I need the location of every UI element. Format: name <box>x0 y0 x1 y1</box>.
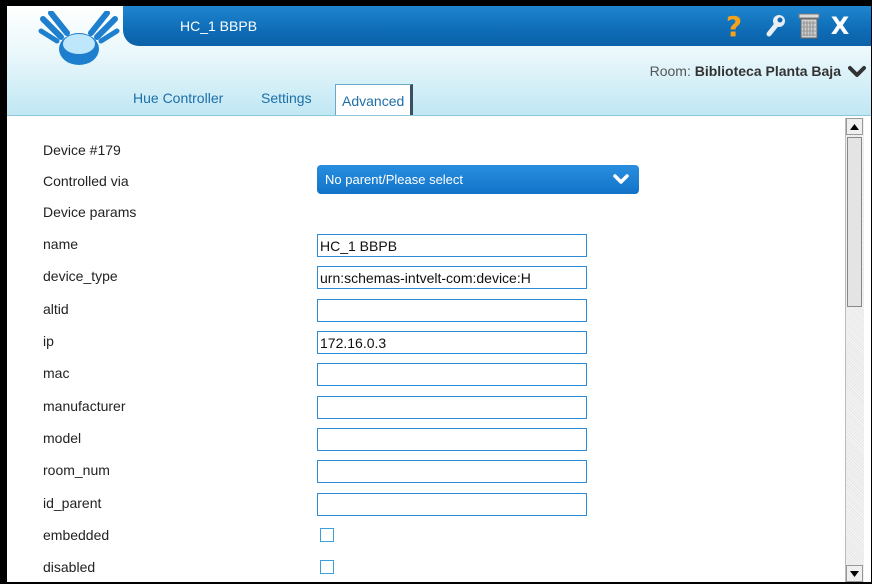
param-manufacturer-input[interactable] <box>317 396 587 419</box>
wrench-icon[interactable] <box>763 12 789 40</box>
param-label: ip <box>43 333 54 349</box>
checkbox-label: disabled <box>43 559 96 575</box>
param-label: manufacturer <box>43 398 126 414</box>
title-bar: HC_1 BBPB ? X <box>123 6 871 46</box>
param-label: room_num <box>43 462 110 478</box>
checkbox-label: embedded <box>43 527 110 543</box>
param-mac-input[interactable] <box>317 363 587 386</box>
param-room-num-input[interactable] <box>317 460 587 483</box>
param-device-type-input[interactable]: urn:schemas-intvelt-com:device:H <box>317 266 587 289</box>
help-icon[interactable]: ? <box>721 10 747 43</box>
tab-advanced[interactable]: Advanced <box>335 84 414 117</box>
advanced-panel: Device #179 Controlled via No parent/Ple… <box>7 116 843 582</box>
room-label: Room: Biblioteca Planta Baja <box>649 63 841 79</box>
scrollbar-thumb[interactable] <box>847 137 862 307</box>
param-label: mac <box>43 365 70 381</box>
arrow-up-icon <box>850 123 859 130</box>
param-model-input[interactable] <box>317 428 587 451</box>
param-label: device_type <box>43 268 118 284</box>
header: HC_1 BBPB ? X Room: Biblioteca Planta Ba… <box>7 6 871 117</box>
window-title: HC_1 BBPB <box>180 18 258 34</box>
scroll-up-button[interactable] <box>846 118 863 135</box>
param-ip-input[interactable]: 172.16.0.3 <box>317 331 587 354</box>
scroll-down-button[interactable] <box>846 565 863 582</box>
param-altid-input[interactable] <box>317 299 587 322</box>
param-label: name <box>43 236 79 252</box>
device-params-label: Device params <box>43 204 137 220</box>
chevron-down-icon <box>613 174 629 184</box>
param-id-parent-input[interactable] <box>317 493 587 516</box>
param-label: id_parent <box>43 495 102 511</box>
disabled-checkbox[interactable] <box>320 560 334 574</box>
tab-hue-controller[interactable]: Hue Controller <box>133 90 223 106</box>
chevron-down-icon[interactable] <box>848 65 866 79</box>
controlled-via-value: No parent/Please select <box>325 172 464 187</box>
vertical-scrollbar[interactable] <box>845 118 864 582</box>
param-label: model <box>43 430 82 446</box>
param-label: altid <box>43 301 69 317</box>
room-name: Biblioteca Planta Baja <box>694 63 841 79</box>
embedded-checkbox[interactable] <box>320 528 334 542</box>
arrow-down-icon <box>850 570 859 577</box>
trash-icon[interactable] <box>796 12 822 40</box>
controlled-via-label: Controlled via <box>43 173 129 189</box>
tab-settings[interactable]: Settings <box>261 90 312 106</box>
device-window: HC_1 BBPB ? X Room: Biblioteca Planta Ba… <box>7 6 871 582</box>
close-icon[interactable]: X <box>827 12 853 40</box>
logo-icon <box>38 11 120 65</box>
device-title: Device #179 <box>43 142 121 158</box>
controlled-via-select[interactable]: No parent/Please select <box>317 165 639 194</box>
param-name-input[interactable]: HC_1 BBPB <box>317 234 587 257</box>
